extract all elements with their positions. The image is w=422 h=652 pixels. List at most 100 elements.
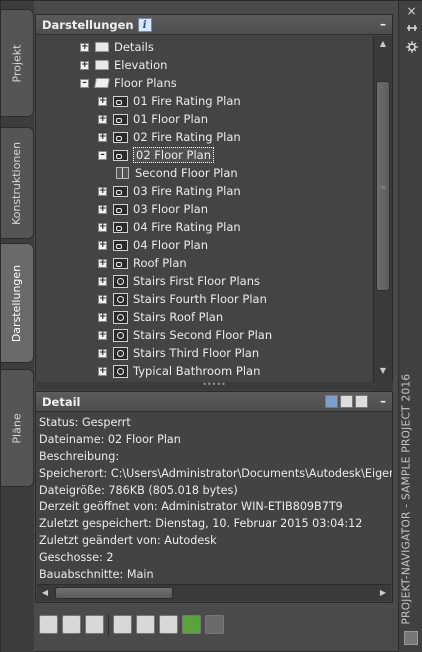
tree-item[interactable]: +02 Fire Rating Plan bbox=[98, 128, 241, 146]
expand-icon[interactable]: + bbox=[80, 42, 89, 52]
expand-icon[interactable]: + bbox=[98, 348, 107, 358]
tree-item[interactable]: – Floor Plans bbox=[80, 74, 177, 92]
views-panel-title: Darstellungen bbox=[42, 17, 134, 32]
expand-icon[interactable]: + bbox=[98, 366, 107, 376]
tree-item[interactable]: +04 Fire Rating Plan bbox=[98, 218, 241, 236]
expand-icon[interactable]: + bbox=[98, 276, 107, 286]
views-panel-header: Darstellungen i – bbox=[36, 15, 392, 35]
expand-icon[interactable]: + bbox=[98, 240, 107, 250]
tree-vertical-scrollbar[interactable]: ▲ ≡ ▼ bbox=[373, 36, 392, 394]
detail-horizontal-scrollbar[interactable]: ◀ ▶ bbox=[37, 584, 391, 601]
tree-item[interactable]: +04 Floor Plan bbox=[98, 236, 208, 254]
expand-icon[interactable]: + bbox=[98, 330, 107, 340]
expand-icon[interactable]: + bbox=[98, 204, 107, 214]
detail-scroll-thumb[interactable] bbox=[55, 587, 173, 599]
scroll-right-arrow-icon[interactable]: ▶ bbox=[375, 585, 391, 601]
tree-item-label: Roof Plan bbox=[133, 256, 187, 270]
add-detail-view-icon[interactable] bbox=[85, 615, 104, 634]
clipboard-icon[interactable] bbox=[113, 615, 132, 634]
autohide-icon[interactable] bbox=[404, 23, 419, 36]
repath-icon[interactable] bbox=[205, 615, 224, 634]
scroll-left-arrow-icon[interactable]: ◀ bbox=[37, 585, 53, 601]
tree-item-label: Stairs First Floor Plans bbox=[133, 274, 261, 288]
views-panel: Darstellungen i – + Details + Elevation – Flo… bbox=[35, 14, 393, 394]
view-icon bbox=[113, 131, 128, 143]
folder-icon bbox=[95, 42, 109, 52]
tree-item-label: Typical Bathroom Plan bbox=[133, 364, 261, 378]
panel-splitter[interactable]: ••••• bbox=[35, 381, 393, 390]
palette-menu-icon[interactable] bbox=[404, 631, 418, 645]
expand-icon[interactable]: + bbox=[98, 186, 107, 196]
expand-icon[interactable]: + bbox=[98, 294, 107, 304]
view-icon bbox=[113, 203, 128, 215]
collapse-icon[interactable]: – bbox=[80, 78, 89, 88]
tree-item-label: Details bbox=[114, 40, 154, 54]
tab-projekt[interactable]: Projekt bbox=[1, 9, 34, 117]
tree-item[interactable]: + Roof Plan bbox=[98, 254, 187, 272]
tab-darstellungen[interactable]: Darstellungen bbox=[1, 243, 34, 363]
tree-item-label: Floor Plans bbox=[114, 76, 177, 90]
collapse-icon[interactable]: – bbox=[98, 150, 107, 160]
view-icon bbox=[113, 221, 128, 233]
tree-item[interactable]: – 02 Floor Plan bbox=[98, 146, 215, 164]
tree-item[interactable]: + Stairs Fourth Floor Plan bbox=[98, 290, 267, 308]
tab-konstruktionen[interactable]: Konstruktionen bbox=[1, 127, 34, 239]
detail-line: Speicherort: C:\Users\Administrator\Docu… bbox=[39, 466, 392, 480]
expand-icon[interactable]: + bbox=[98, 222, 107, 232]
scroll-down-arrow-icon[interactable]: ▼ bbox=[374, 363, 392, 379]
expand-icon[interactable]: + bbox=[80, 60, 89, 70]
expand-icon[interactable]: + bbox=[98, 114, 107, 124]
left-tab-strip: Projekt Konstruktionen Darstellungen Plä… bbox=[1, 1, 34, 652]
tab-darstellungen-label: Darstellungen bbox=[10, 264, 24, 342]
tree-item[interactable]: + Typical Bathroom Plan bbox=[98, 362, 260, 380]
stair-view-icon bbox=[113, 346, 128, 360]
expand-icon[interactable]: + bbox=[98, 258, 107, 268]
tree-item-label: Stairs Roof Plan bbox=[133, 310, 224, 324]
expand-icon[interactable]: + bbox=[98, 312, 107, 322]
tree-item[interactable]: + Stairs First Floor Plans bbox=[98, 272, 260, 290]
tree-item[interactable]: + Details bbox=[80, 38, 154, 56]
palette-title-bar: × PROJEKT-NAVIGATOR - SAMPLE PROJECT 201… bbox=[398, 1, 422, 652]
detail-line: Geschosse: 2 bbox=[39, 551, 114, 565]
preview-toggle-icon[interactable] bbox=[325, 395, 338, 408]
expand-icon[interactable]: + bbox=[98, 132, 107, 142]
detail-body: Status: Gesperrt Dateiname: 02 Floor Plan… bbox=[36, 413, 392, 584]
detail-line: Dateiname: 02 Floor Plan bbox=[39, 432, 181, 446]
add-view-icon[interactable] bbox=[39, 615, 58, 634]
tree-item[interactable]: + Stairs Second Floor Plan bbox=[98, 326, 272, 344]
tab-plaene[interactable]: Pläne bbox=[1, 369, 34, 487]
tree-item-label: Elevation bbox=[114, 58, 168, 72]
tab-projekt-label: Projekt bbox=[10, 44, 24, 82]
tree-item[interactable]: +01 Fire Rating Plan bbox=[98, 92, 241, 110]
detail-view-icon[interactable] bbox=[340, 395, 353, 408]
views-tree: + Details + Elevation – Floor Plans +01 Fire R… bbox=[36, 36, 372, 394]
add-section-view-icon[interactable] bbox=[62, 615, 81, 634]
tree-item-label: Stairs Second Floor Plan bbox=[133, 328, 273, 342]
tree-item-label: 01 Floor Plan bbox=[133, 112, 209, 126]
tree-item[interactable]: + Stairs Roof Plan bbox=[98, 308, 223, 326]
tree-item[interactable]: + Stairs Third Floor Plan bbox=[98, 344, 259, 362]
views-panel-minimize-button[interactable]: – bbox=[380, 17, 386, 31]
view-icon bbox=[113, 257, 128, 269]
tree-item[interactable]: + Elevation bbox=[80, 56, 167, 74]
scroll-up-arrow-icon[interactable]: ▲ bbox=[374, 36, 392, 52]
tree-item[interactable]: Second Floor Plan bbox=[116, 164, 238, 182]
tree-item[interactable]: +03 Fire Rating Plan bbox=[98, 182, 241, 200]
tree-item-label: 03 Floor Plan bbox=[133, 202, 209, 216]
properties-gear-icon[interactable] bbox=[404, 41, 419, 54]
toolbar-separator bbox=[108, 613, 109, 636]
tree-item[interactable]: +01 Floor Plan bbox=[98, 110, 208, 128]
close-button[interactable]: × bbox=[404, 5, 419, 18]
table-icon[interactable] bbox=[159, 615, 178, 634]
tree-item-label: 03 Fire Rating Plan bbox=[133, 184, 241, 198]
stair-view-icon bbox=[113, 364, 128, 378]
detail-tools bbox=[325, 395, 368, 408]
list-view-icon[interactable] bbox=[355, 395, 368, 408]
tree-item[interactable]: +03 Floor Plan bbox=[98, 200, 208, 218]
detail-panel-minimize-button[interactable]: – bbox=[380, 394, 386, 408]
edit-view-icon[interactable] bbox=[136, 615, 155, 634]
expand-icon[interactable]: + bbox=[98, 96, 107, 106]
info-icon[interactable]: i bbox=[137, 17, 152, 32]
refresh-icon[interactable] bbox=[182, 615, 201, 634]
tree-item-label: 01 Fire Rating Plan bbox=[133, 94, 241, 108]
